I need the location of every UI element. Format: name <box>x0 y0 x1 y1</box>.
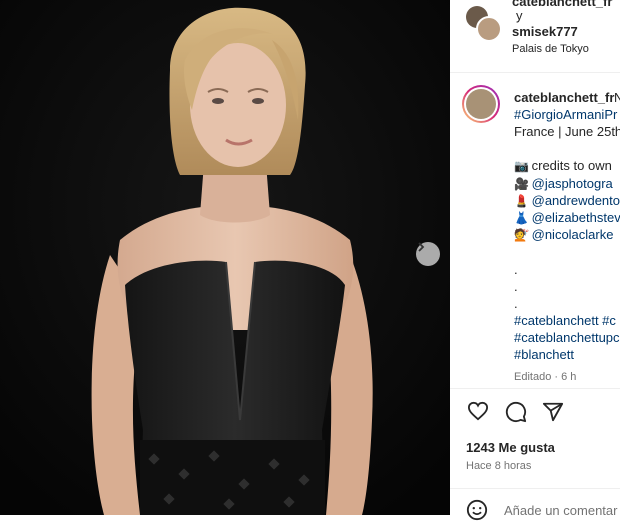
comment-input[interactable]: Añade un comentar <box>504 503 617 518</box>
heart-icon[interactable] <box>467 401 489 421</box>
credit-row: 💄 @andrewdento <box>514 193 620 208</box>
credit-mention[interactable]: @andrewdento <box>532 193 620 208</box>
avatar[interactable] <box>476 16 502 42</box>
haircut-icon: 💇 <box>514 228 529 242</box>
credit-row: 📷 credits to own <box>514 158 612 173</box>
edited-timestamp: Editado · 6 h <box>514 371 577 383</box>
credit-row: 🎥 @jasphotogra <box>514 176 613 191</box>
caption-dot: . <box>514 279 518 294</box>
avatar-story-ring[interactable] <box>462 85 500 123</box>
caption-dot: . <box>514 262 518 277</box>
post-time[interactable]: Hace 8 horas <box>466 460 531 472</box>
post-photo[interactable] <box>0 0 450 515</box>
caption-hashtags[interactable]: #blanchett <box>514 347 574 362</box>
credit-text: credits to own <box>531 158 612 173</box>
credit-mention[interactable]: @elizabethstev <box>532 210 620 225</box>
caption-hashtags[interactable]: #cateblanchett #c <box>514 313 616 328</box>
likes-count[interactable]: 1243 Me gusta <box>466 440 555 455</box>
movie-camera-icon: 🎥 <box>514 177 529 191</box>
header-location[interactable]: Palais de Tokyo <box>512 43 589 55</box>
header-joiner: y <box>516 8 523 23</box>
share-icon[interactable] <box>542 401 564 423</box>
caption-dot: . <box>514 296 518 311</box>
caption-text-line3: France | June 25th <box>514 124 620 139</box>
credit-row: 💇 @nicolaclarke <box>514 227 613 242</box>
next-photo-button[interactable] <box>416 242 440 266</box>
comment-icon[interactable] <box>505 401 527 423</box>
post-side-panel <box>450 0 620 515</box>
portrait-illustration <box>0 0 450 515</box>
caption-hashtags[interactable]: #cateblanchettupc <box>514 330 620 345</box>
dress-icon: 👗 <box>514 211 529 225</box>
credit-row: 👗 @elizabethstev <box>514 210 620 225</box>
chevron-right-icon <box>418 242 425 252</box>
divider <box>450 72 620 73</box>
lipstick-icon: 💄 <box>514 194 529 208</box>
caption-text-line1: N <box>614 90 620 105</box>
caption-username[interactable]: cateblanchett_fr <box>514 90 614 105</box>
credit-mention[interactable]: @jasphotogra <box>532 176 613 191</box>
emoji-icon[interactable] <box>466 499 488 521</box>
header-username-second[interactable]: smisek777 <box>512 24 578 39</box>
camera-icon: 📷 <box>514 159 529 173</box>
credit-mention[interactable]: @nicolaclarke <box>532 227 614 242</box>
divider <box>450 488 620 489</box>
caption-hashtag[interactable]: #GiorgioArmaniPr <box>514 107 617 122</box>
header-username-partial[interactable]: cateblanchett_fr <box>512 0 612 9</box>
divider <box>450 388 620 389</box>
